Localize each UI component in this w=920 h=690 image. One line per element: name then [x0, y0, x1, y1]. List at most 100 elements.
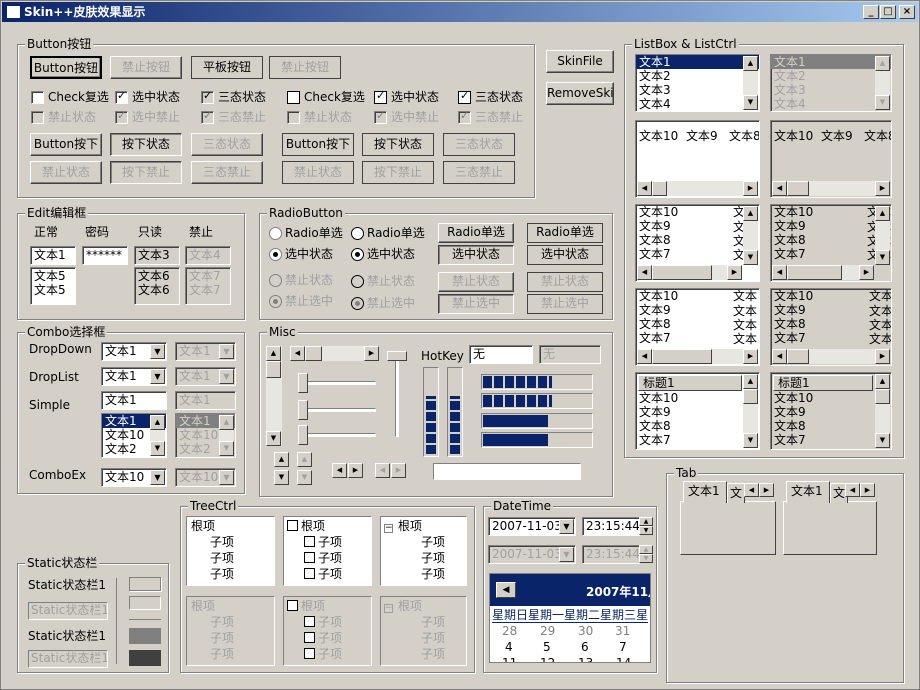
tree-child-item[interactable]: 子项 — [210, 535, 234, 549]
maximize-button[interactable]: □ — [880, 5, 896, 19]
dropdown-combo[interactable]: 文本1 ▼ — [101, 342, 167, 361]
list-item[interactable]: 文本7 — [636, 433, 759, 447]
droplist-combo[interactable]: 文本1 ▼ — [101, 367, 167, 386]
time-spin-disabled[interactable]: ▲ ▼ — [639, 545, 653, 564]
collapse-icon[interactable]: − — [384, 524, 393, 533]
spin-right-icon[interactable]: ▶ — [348, 463, 363, 478]
calendar-day[interactable]: 31 — [615, 624, 630, 638]
chevron-down-icon[interactable]: ▼ — [150, 470, 165, 485]
calendar-day[interactable]: 28 — [502, 624, 517, 638]
tri-state-button[interactable]: 三态状态 — [191, 133, 263, 156]
scroll-down-icon[interactable]: ▼ — [875, 433, 890, 448]
scroll-up-icon[interactable]: ▲ — [743, 206, 758, 221]
list-item[interactable]: 文本10文本 — [771, 289, 891, 303]
tree-child-item[interactable]: 子项 — [210, 647, 234, 661]
radio-normal[interactable]: Radio单选 — [269, 225, 343, 241]
scroll-thumb[interactable] — [875, 389, 890, 404]
scroll-right-icon[interactable]: ▶ — [743, 181, 758, 196]
scroll-thumb[interactable] — [787, 349, 809, 364]
list-item[interactable]: 文本8 — [729, 129, 759, 143]
removeskin-button[interactable]: RemoveSkin — [546, 82, 614, 105]
checkbox-icon[interactable] — [304, 568, 315, 579]
listctrl-small-view-2[interactable]: 文本10 文本 文本9 文本 文本8 文本 文本7 文本 ◀ ▶ — [770, 288, 892, 366]
radio-flat-push-disabled-selected[interactable]: 禁止选中 — [527, 294, 603, 314]
close-button[interactable]: × — [899, 5, 915, 19]
spin-down-icon[interactable]: ▼ — [639, 554, 653, 563]
flat-tri-disabled-button[interactable]: 三态禁止 — [443, 161, 515, 184]
radio-disabled-selected[interactable]: 禁止选中 — [269, 293, 333, 309]
list-item[interactable]: 文本8文本 — [636, 317, 759, 332]
chevron-down-icon[interactable]: ▼ — [219, 470, 234, 485]
listctrl-icon-view-2[interactable]: 文本10 文本9 文本8 ◀▶ — [770, 120, 892, 198]
tree-view-checkbox[interactable]: 根项 子项 子项 子项 — [283, 516, 372, 586]
disabled-edit[interactable]: 文本4 — [185, 246, 231, 265]
calendar-month-title[interactable]: 2007年11月 — [586, 583, 650, 600]
tree-view-lines-disabled[interactable]: − 根项 子项 子项 子项 — [380, 596, 467, 666]
flat-disabled-button[interactable]: 禁止按钮 — [269, 56, 341, 79]
vertical-scrollbar[interactable]: ▲ ▼ — [743, 374, 758, 448]
simple-combo-list-disabled[interactable]: 文本1 文本10 文本2 ▲ ▼ — [175, 413, 236, 458]
tree-child-item[interactable]: 子项 — [421, 567, 445, 581]
slider-thumb[interactable] — [298, 373, 308, 393]
calendar-prev-icon[interactable]: ◀ — [496, 582, 516, 598]
list-item[interactable]: 文本8文本 — [636, 233, 759, 248]
minimize-button[interactable]: _ — [863, 5, 879, 19]
list-item[interactable]: 文本10文本 — [636, 205, 759, 219]
slider-thumb[interactable] — [387, 351, 407, 361]
tab-scroll-right-icon[interactable]: ▶ — [860, 483, 875, 497]
tree-root-item[interactable]: 根项 — [287, 519, 325, 533]
push-state-button[interactable]: 按下状态 — [110, 133, 182, 156]
month-calendar[interactable]: ◀ 2007年11月 星期日星期一星期二星期三星 28 29 30 31 4 5… — [489, 573, 651, 663]
scroll-down-icon[interactable]: ▼ — [743, 250, 758, 265]
spin-up-icon[interactable]: ▲ — [639, 545, 653, 554]
tree-child-item[interactable]: 子项 — [304, 615, 342, 629]
tree-child-item[interactable]: 子项 — [304, 647, 342, 661]
radio-flat-push-disabled[interactable]: 禁止状态 — [527, 272, 603, 292]
tree-view-checkbox-disabled[interactable]: 根项 子项 子项 子项 — [283, 596, 372, 666]
spin-left-icon[interactable]: ◀ — [375, 463, 390, 478]
radio-push-disabled-selected[interactable]: 禁止选中 — [438, 294, 514, 314]
tab-item[interactable]: 文本1 — [683, 481, 727, 503]
spin-down-icon[interactable]: ▼ — [639, 526, 653, 535]
radio-push-button[interactable]: Radio单选 — [438, 223, 514, 243]
date-picker-disabled[interactable]: 2007-11-03 ▼ — [488, 545, 576, 564]
scroll-up-icon[interactable]: ▲ — [875, 374, 890, 389]
tree-root-item[interactable]: 根项 — [191, 599, 215, 613]
list-item[interactable]: 文本8文本 — [771, 317, 891, 332]
scroll-left-icon[interactable]: ◀ — [772, 181, 787, 196]
radio-push-selected[interactable]: 选中状态 — [438, 245, 514, 265]
radio-flat-disabled[interactable]: 禁止状态 — [351, 273, 415, 289]
tree-child-item[interactable]: 子项 — [304, 535, 342, 549]
vertical-scrollbar[interactable]: ▲ ▼ — [875, 206, 890, 265]
horizontal-scrollbar[interactable]: ◀ ▶ — [637, 181, 758, 196]
list-item[interactable]: 文本9 — [771, 405, 891, 419]
column-header[interactable]: 标题1 — [773, 375, 873, 391]
hotkey-edit[interactable]: 无 — [469, 345, 533, 364]
scroll-left-icon[interactable]: ◀ — [772, 265, 787, 280]
tri-disabled-button[interactable]: 三态禁止 — [191, 161, 263, 184]
scroll-down-icon[interactable]: ▼ — [875, 95, 890, 110]
push-disabled-button[interactable]: 按下禁止 — [110, 161, 182, 184]
flat-button[interactable]: 平板按钮 — [191, 56, 263, 79]
readonly-multiline-edit[interactable]: 文本6 文本6 — [134, 267, 180, 305]
scroll-down-icon[interactable]: ▼ — [150, 441, 165, 456]
list-item[interactable]: 文本2 — [771, 69, 891, 83]
simple-combo-edit[interactable]: 文本1 — [101, 391, 167, 410]
tab-scroll-right-icon[interactable]: ▶ — [759, 483, 774, 497]
calendar-day[interactable]: 12 — [540, 656, 555, 662]
horizontal-scrollbar[interactable]: ◀ ▶ — [637, 349, 758, 364]
scroll-up-icon[interactable]: ▲ — [150, 415, 165, 430]
listbox-disabled[interactable]: 文本1 文本2 文本3 文本4 ▲ ▼ — [770, 54, 892, 112]
tree-child-item[interactable]: 子项 — [210, 615, 234, 629]
tree-root-item[interactable]: − 根项 — [384, 519, 422, 533]
scroll-down-icon[interactable]: ▼ — [219, 441, 234, 456]
radio-flat-normal[interactable]: Radio单选 — [351, 225, 425, 241]
vertical-scrollbar[interactable]: ▲ ▼ — [266, 346, 282, 446]
dropdown-combo-disabled[interactable]: 文本1 ▼ — [175, 342, 236, 361]
list-item[interactable]: 文本4 — [636, 97, 759, 111]
vertical-scrollbar[interactable]: ▲ ▼ — [875, 56, 890, 110]
scroll-down-icon[interactable]: ▼ — [743, 95, 758, 110]
flat-disabled-checkbox[interactable]: 禁止状态 — [287, 109, 352, 125]
radio-flat-push-selected[interactable]: 选中状态 — [527, 245, 603, 265]
chevron-down-icon[interactable]: ▼ — [150, 344, 165, 359]
